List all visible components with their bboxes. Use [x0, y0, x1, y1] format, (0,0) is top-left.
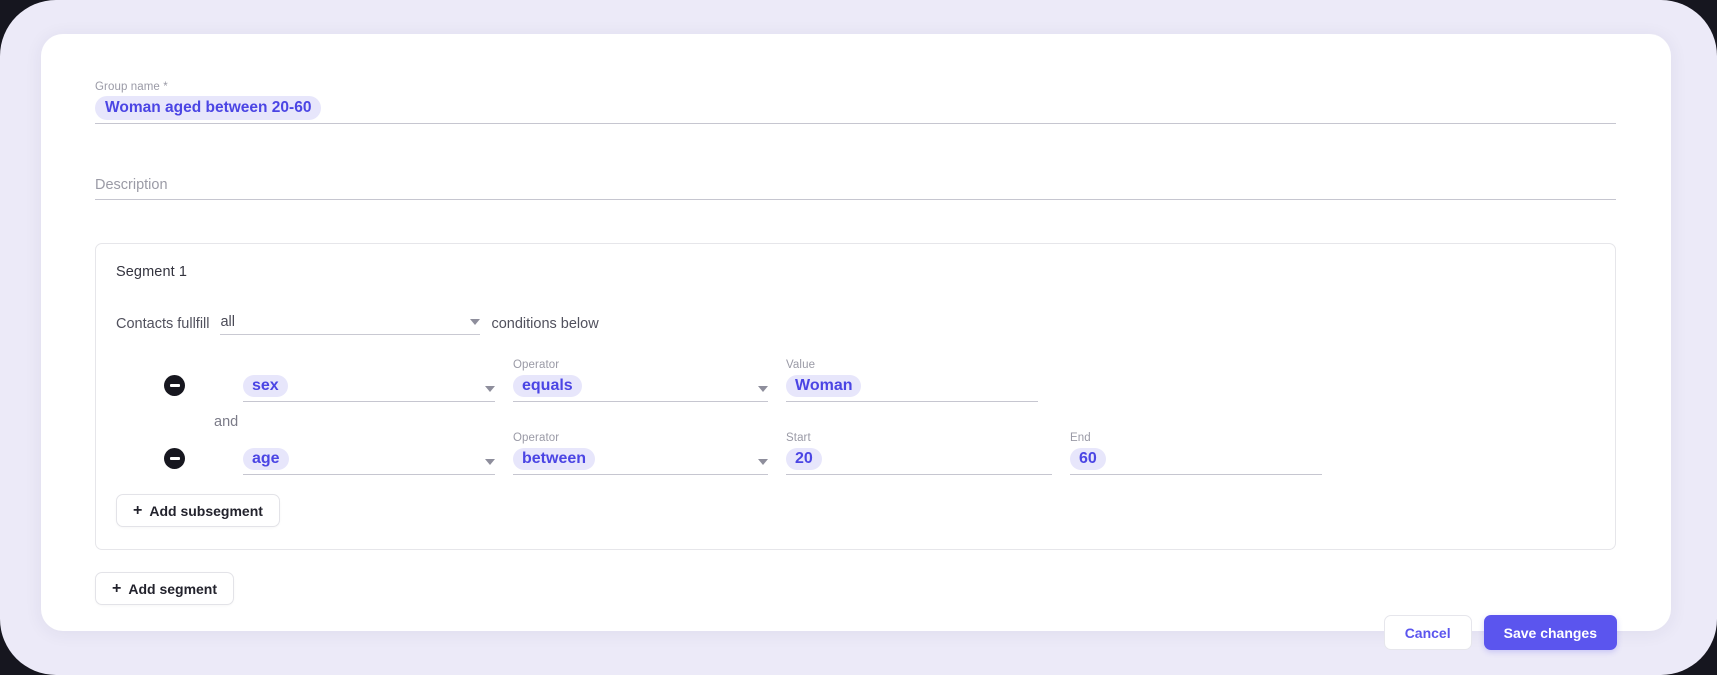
plus-icon: +: [133, 501, 143, 519]
condition-value-text[interactable]: Woman: [786, 375, 862, 397]
condition-start-value[interactable]: 20: [786, 448, 822, 470]
condition-row: sex Operator equals Value Woman: [164, 359, 1038, 402]
fulfill-prefix-label: Contacts fullfill: [116, 316, 210, 332]
group-name-value[interactable]: Woman aged between 20-60: [95, 96, 322, 120]
field-underline: [1070, 474, 1322, 475]
condition-operator-label: Operator: [513, 359, 560, 371]
condition-attribute-select[interactable]: sex: [243, 375, 495, 402]
add-segment-label: Add segment: [128, 580, 218, 597]
field-underline: [786, 401, 1038, 402]
condition-attribute-value[interactable]: sex: [243, 375, 288, 397]
condition-end-value[interactable]: 60: [1070, 448, 1106, 470]
group-name-field[interactable]: Group name * Woman aged between 20-60: [95, 80, 1616, 124]
group-name-underline: [95, 123, 1616, 124]
add-subsegment-button[interactable]: + Add subsegment: [116, 494, 280, 527]
condition-end-label: End: [1070, 432, 1091, 444]
footer-actions: Cancel Save changes: [1383, 615, 1617, 650]
chevron-down-icon: [758, 459, 768, 465]
plus-icon: +: [112, 579, 122, 597]
card-content: Group name * Woman aged between 20-60 De…: [41, 34, 1671, 650]
condition-operator-value[interactable]: equals: [513, 375, 582, 397]
condition-value-input[interactable]: Value Woman: [786, 359, 1038, 402]
chevron-down-icon: [485, 386, 495, 392]
segment-editor-card: Group name * Woman aged between 20-60 De…: [41, 34, 1671, 650]
fulfill-select-value: all: [220, 314, 235, 330]
field-underline: [243, 401, 495, 402]
condition-value-label: Value: [786, 359, 816, 371]
condition-attribute-value[interactable]: age: [243, 448, 289, 470]
add-subsegment-label: Add subsegment: [149, 502, 263, 519]
condition-start-input[interactable]: Start 20: [786, 432, 1052, 475]
minus-circle-icon[interactable]: [164, 448, 185, 469]
condition-start-label: Start: [786, 432, 811, 444]
cancel-button[interactable]: Cancel: [1383, 615, 1472, 650]
group-name-value-wrap[interactable]: Woman aged between 20-60: [95, 94, 1616, 123]
description-underline: [95, 199, 1616, 200]
field-underline: [513, 474, 768, 475]
chevron-down-icon: [470, 319, 481, 325]
condition-end-input[interactable]: End 60: [1070, 432, 1322, 475]
condition-operator-value[interactable]: between: [513, 448, 596, 470]
segment-title: Segment 1: [116, 264, 188, 280]
field-underline: [786, 474, 1052, 475]
fulfill-row: Contacts fullfill all conditions below: [116, 314, 599, 335]
add-segment-button[interactable]: + Add segment: [95, 572, 235, 605]
field-underline: [513, 401, 768, 402]
save-changes-button[interactable]: Save changes: [1483, 615, 1617, 650]
fulfill-select[interactable]: all: [220, 314, 481, 335]
minus-circle-icon[interactable]: [164, 375, 185, 396]
condition-attribute-select[interactable]: age: [243, 448, 495, 475]
description-placeholder[interactable]: Description: [95, 175, 1616, 199]
segment-container: Segment 1 Contacts fullfill all conditio…: [95, 243, 1616, 550]
minus-bar: [169, 457, 180, 460]
group-name-label: Group name *: [95, 81, 168, 93]
condition-operator-select[interactable]: Operator between: [513, 432, 768, 475]
condition-row: age Operator between Start 20 End 60: [164, 432, 1322, 475]
description-field[interactable]: Description: [95, 175, 1616, 200]
condition-operator-label: Operator: [513, 432, 560, 444]
field-underline: [243, 474, 495, 475]
condition-connector-label: and: [214, 414, 239, 430]
chevron-down-icon: [485, 459, 495, 465]
chevron-down-icon: [758, 386, 768, 392]
minus-bar: [169, 384, 180, 387]
fulfill-suffix-label: conditions below: [491, 316, 599, 332]
condition-operator-select[interactable]: Operator equals: [513, 359, 768, 402]
